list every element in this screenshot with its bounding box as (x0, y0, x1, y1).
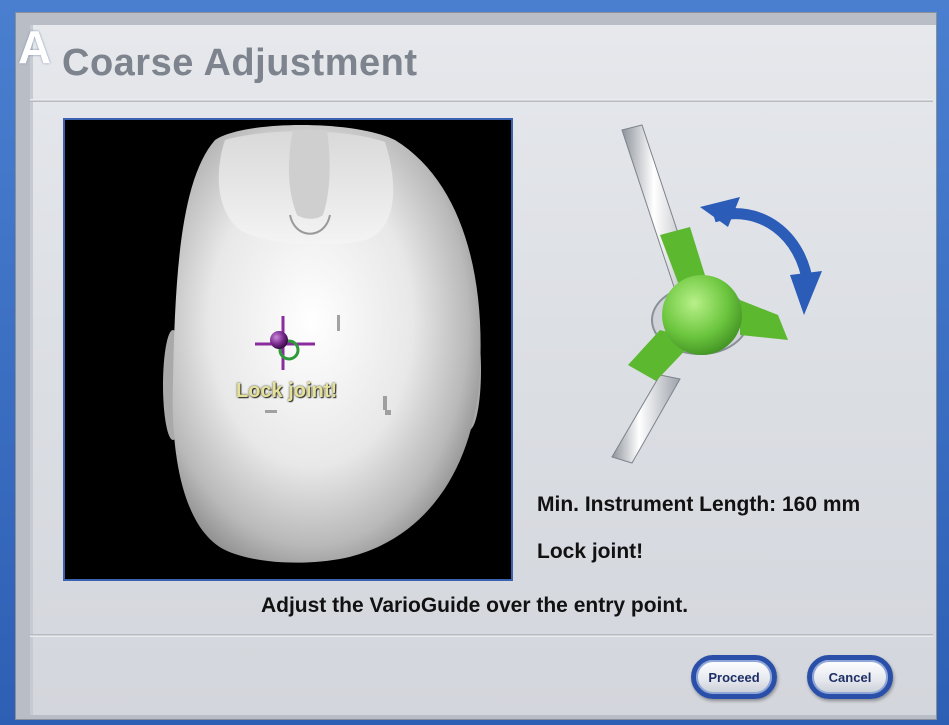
varioguide-joint-icon (628, 227, 788, 381)
lower-rod (611, 374, 681, 464)
viewport-lock-label: Lock joint! (236, 380, 338, 402)
cancel-button[interactable]: Cancel (807, 655, 893, 699)
title-divider (30, 99, 933, 102)
min-instrument-length: Min. Instrument Length: 160 mm (537, 493, 861, 516)
nose (288, 130, 330, 219)
varioguide-joint-illustration (590, 115, 850, 480)
status-message: Lock joint! (537, 540, 644, 563)
proceed-button[interactable]: Proceed (691, 655, 777, 699)
skull-render (163, 125, 481, 563)
footer-divider (30, 634, 933, 637)
instruction-text: Adjust the VarioGuide over the entry poi… (260, 594, 689, 617)
dialog-title: Coarse Adjustment (62, 42, 418, 84)
figure-label: A (18, 21, 52, 73)
skull-3d-viewport[interactable] (63, 118, 513, 581)
